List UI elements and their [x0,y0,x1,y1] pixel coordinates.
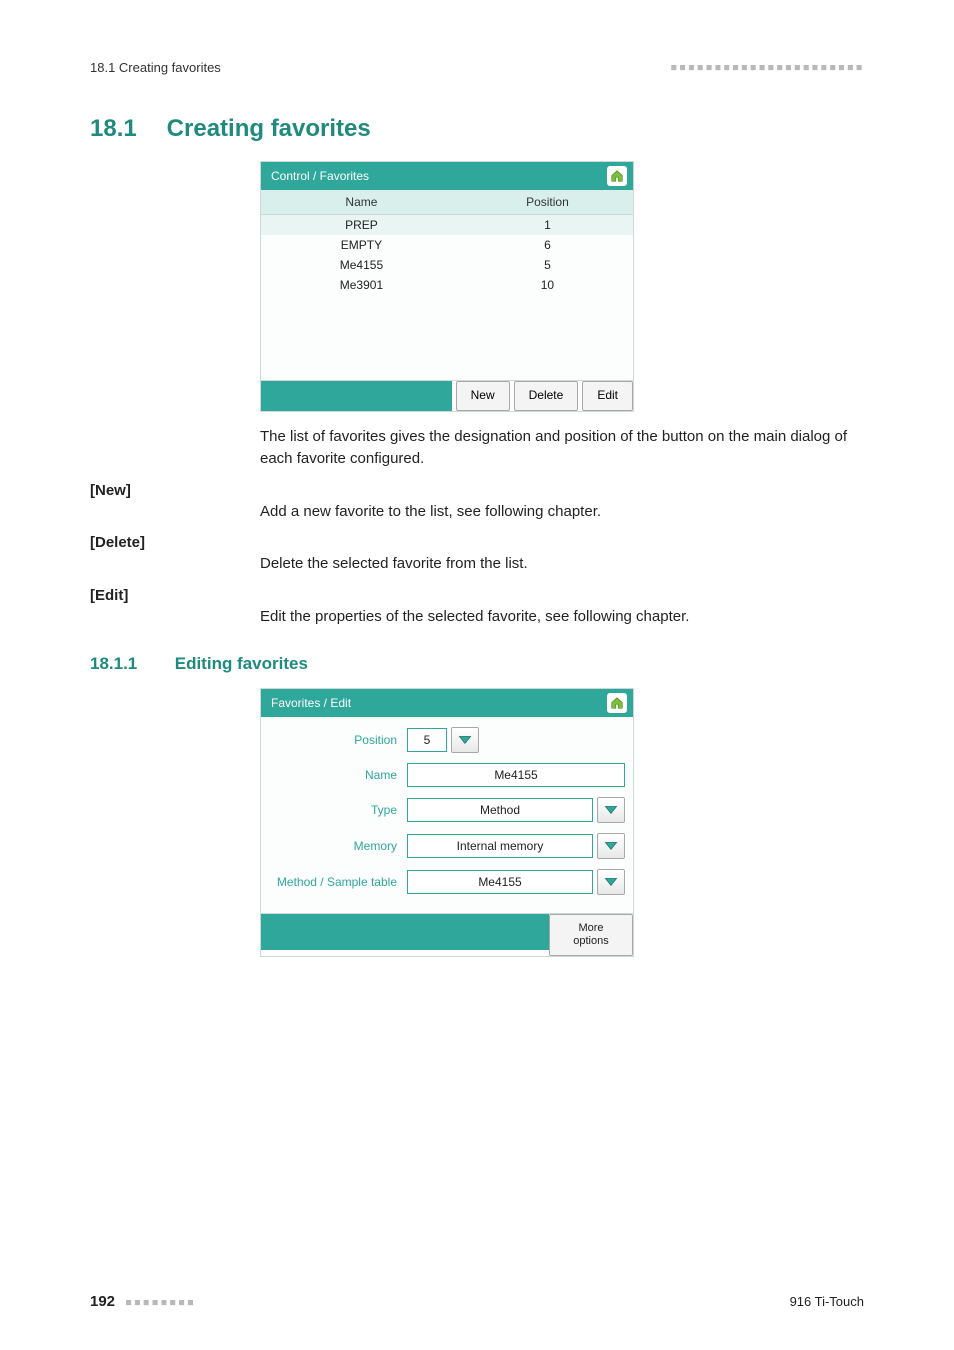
edit-panel: Favorites / Edit Position 5 Name Me4155 [260,688,634,957]
row-memory: Memory Internal memory [269,833,625,859]
table-row[interactable]: EMPTY 6 [261,235,633,255]
page-footer: 192 ▪▪▪▪▪▪▪▪ 916 Ti-Touch [90,1293,864,1310]
section-number: 18.1 [90,115,160,143]
type-dropdown-icon[interactable] [597,797,625,823]
subsection-number: 18.1.1 [90,654,170,674]
favorites-panel: Control / Favorites Name Position PREP 1 [260,161,634,412]
def-term-delete: [Delete] [90,534,864,551]
label-position: Position [269,733,407,747]
section-heading: 18.1 Creating favorites [90,115,864,143]
def-term-new: [New] [90,482,864,499]
favorites-col-position: Position [462,190,633,215]
footer-dashes: ▪▪▪▪▪▪▪▪ [125,1295,196,1310]
def-desc-new: Add a new favorite to the list, see foll… [260,501,864,523]
label-type: Type [269,803,407,817]
favorites-row-name: EMPTY [261,235,462,255]
edit-form: Position 5 Name Me4155 Type Method [261,717,633,913]
favorites-panel-footer: New Delete Edit [261,380,633,411]
running-header-left: 18.1 Creating favorites [90,60,221,75]
method-dropdown-icon[interactable] [597,869,625,895]
favorites-table: Name Position PREP 1 EMPTY 6 Me4155 [261,190,633,295]
def-term-edit: [Edit] [90,587,864,604]
page-number: 192 [90,1293,115,1310]
delete-button[interactable]: Delete [514,381,579,411]
home-icon[interactable] [607,166,627,186]
row-type: Type Method [269,797,625,823]
table-row[interactable]: Me4155 5 [261,255,633,275]
row-method: Method / Sample table Me4155 [269,869,625,895]
row-position: Position 5 [269,727,625,753]
subsection-heading: 18.1.1 Editing favorites [90,654,864,674]
memory-dropdown-icon[interactable] [597,833,625,859]
label-name: Name [269,768,407,782]
edit-button[interactable]: Edit [582,381,633,411]
position-dropdown-icon[interactable] [451,727,479,753]
new-button[interactable]: New [456,381,510,411]
running-header-dashes: ▪▪▪▪▪▪▪▪▪▪▪▪▪▪▪▪▪▪▪▪▪▪ [670,60,864,75]
home-icon[interactable] [607,693,627,713]
row-name: Name Me4155 [269,763,625,787]
method-field[interactable]: Me4155 [407,870,593,894]
table-row[interactable]: PREP 1 [261,215,633,236]
favorites-panel-titlebar: Control / Favorites [261,162,633,190]
position-field[interactable]: 5 [407,728,447,752]
favorites-panel-title: Control / Favorites [271,169,369,183]
more-options-button[interactable]: More options [549,914,633,956]
table-row[interactable]: Me3901 10 [261,275,633,295]
intro-paragraph: The list of favorites gives the designat… [260,426,864,470]
edit-panel-titlebar: Favorites / Edit [261,689,633,717]
def-desc-edit: Edit the properties of the selected favo… [260,606,864,628]
memory-field[interactable]: Internal memory [407,834,593,858]
product-name: 916 Ti-Touch [790,1294,864,1309]
type-field[interactable]: Method [407,798,593,822]
favorites-table-wrap: Name Position PREP 1 EMPTY 6 Me4155 [261,190,633,380]
favorites-row-position: 10 [462,275,633,295]
name-field[interactable]: Me4155 [407,763,625,787]
label-method: Method / Sample table [269,875,407,889]
favorites-row-name: Me3901 [261,275,462,295]
subsection-title: Editing favorites [175,654,308,673]
def-desc-delete: Delete the selected favorite from the li… [260,553,864,575]
favorites-row-position: 1 [462,215,633,236]
favorites-col-name: Name [261,190,462,215]
label-memory: Memory [269,839,407,853]
favorites-row-position: 6 [462,235,633,255]
favorites-row-name: PREP [261,215,462,236]
footer-spacer [261,914,549,950]
edit-panel-footer: More options [261,913,633,956]
footer-spacer [261,381,452,411]
section-title: Creating favorites [167,115,371,142]
favorites-row-position: 5 [462,255,633,275]
favorites-row-name: Me4155 [261,255,462,275]
edit-panel-title: Favorites / Edit [271,696,351,710]
